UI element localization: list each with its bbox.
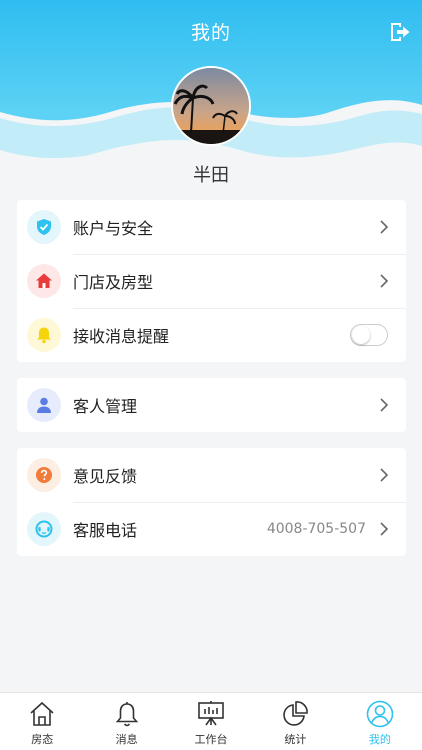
icon-bg xyxy=(27,388,61,422)
icon-bg xyxy=(27,512,61,546)
bell-icon xyxy=(37,327,51,344)
menu-item-feedback[interactable]: 意见反馈 xyxy=(17,448,406,502)
menu-item-customer-service[interactable]: 客服电话 4008-705-507 xyxy=(17,502,406,556)
tab-label: 统计 xyxy=(284,733,307,746)
menu-item-label: 客人管理 xyxy=(73,397,138,416)
chevron-right-icon xyxy=(380,522,389,536)
user-icon xyxy=(37,397,51,413)
message-reminder-toggle[interactable] xyxy=(350,324,388,346)
chevron-right-icon xyxy=(380,274,389,288)
menu-item-label: 意见反馈 xyxy=(73,467,138,486)
menu-item-guest-management[interactable]: 客人管理 xyxy=(17,378,406,432)
bottom-tab-bar: 房态 消息 工作台 统计 我的 xyxy=(0,692,422,750)
icon-bg xyxy=(27,318,61,352)
home-icon xyxy=(36,273,52,288)
tab-label: 我的 xyxy=(368,733,391,746)
tab-label: 工作台 xyxy=(194,733,228,746)
chevron-right-icon xyxy=(380,468,389,482)
settings-group-2: 客人管理 xyxy=(17,378,406,432)
chevron-right-icon xyxy=(380,220,389,234)
icon-bg xyxy=(27,210,61,244)
pie-chart-icon xyxy=(283,701,309,726)
icon-bg xyxy=(27,264,61,298)
page-title: 我的 xyxy=(190,22,231,44)
avatar[interactable] xyxy=(171,66,251,146)
toggle-knob xyxy=(352,326,370,344)
tab-messages[interactable]: 消息 xyxy=(84,693,168,750)
chevron-right-icon xyxy=(380,398,389,412)
tab-room-status[interactable]: 房态 xyxy=(0,693,84,750)
tab-label: 房态 xyxy=(31,733,54,746)
menu-item-label: 账户与安全 xyxy=(73,219,154,238)
menu-item-label: 接收消息提醒 xyxy=(73,327,170,346)
menu-item-message-reminder: 接收消息提醒 xyxy=(17,308,406,362)
menu-item-label: 门店及房型 xyxy=(73,273,154,292)
service-icon xyxy=(35,520,53,538)
house-icon xyxy=(30,701,54,726)
user-name: 半田 xyxy=(193,165,229,186)
logout-icon xyxy=(391,23,410,41)
bell-icon xyxy=(115,702,138,727)
tab-statistics[interactable]: 统计 xyxy=(253,693,337,750)
profile-header: 我的 半田 xyxy=(0,0,422,200)
menu-item-label: 客服电话 xyxy=(73,521,138,540)
settings-group-1: 账户与安全 门店及房型 接收消息提醒 xyxy=(17,200,406,362)
service-phone-number: 4008-705-507 xyxy=(266,521,366,537)
menu-item-store-rooms[interactable]: 门店及房型 xyxy=(17,254,406,308)
help-icon xyxy=(36,467,52,483)
settings-group-3: 意见反馈 客服电话 4008-705-507 xyxy=(17,448,406,556)
tab-workbench[interactable]: 工作台 xyxy=(169,693,253,750)
tab-mine[interactable]: 我的 xyxy=(338,693,422,750)
shield-check-icon xyxy=(37,219,51,235)
menu-item-account-security[interactable]: 账户与安全 xyxy=(17,200,406,254)
icon-bg xyxy=(27,458,61,492)
easel-icon xyxy=(198,701,224,726)
logout-button[interactable] xyxy=(388,20,412,44)
profile-icon xyxy=(366,700,394,728)
tab-label: 消息 xyxy=(115,733,138,746)
